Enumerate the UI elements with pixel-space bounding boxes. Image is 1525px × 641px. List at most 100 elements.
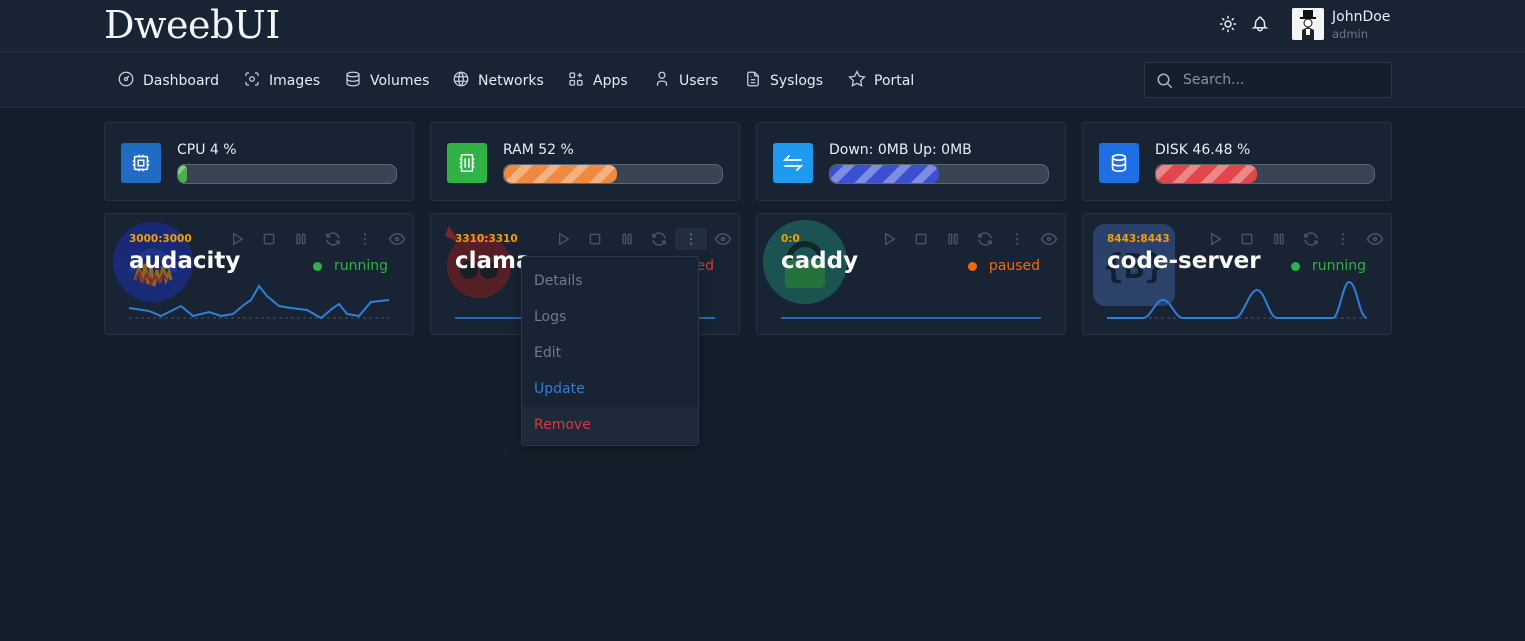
restart-icon[interactable] <box>317 228 349 250</box>
container-status: paused <box>967 258 1040 274</box>
cpu-sparkline <box>781 317 1041 319</box>
bell-icon[interactable] <box>1250 14 1270 34</box>
stat-label-disk: DISK 46.48 % <box>1155 142 1251 158</box>
nav-item-volumes[interactable]: Volumes <box>344 70 429 92</box>
cpu-sparkline <box>1107 280 1367 319</box>
container-card-caddy[interactable]: 0:0 caddy paused <box>756 213 1066 335</box>
file-icon <box>744 70 762 92</box>
container-name[interactable]: code-server <box>1107 248 1261 274</box>
status-text: running <box>333 258 388 274</box>
container-port: 0:0 <box>781 233 800 245</box>
cpu-progress-fill <box>178 165 187 183</box>
stat-card-ram: RAM 52 % <box>430 122 740 201</box>
network-progress <box>829 164 1049 184</box>
nav-item-portal[interactable]: Portal <box>848 70 914 92</box>
play-icon[interactable] <box>1199 228 1231 250</box>
nav-item-users[interactable]: Users <box>653 70 718 92</box>
nav-label-apps: Apps <box>593 73 628 89</box>
database-icon <box>1099 143 1139 183</box>
search-input[interactable] <box>1183 63 1383 97</box>
star-icon <box>848 70 866 92</box>
play-icon[interactable] <box>547 228 579 250</box>
menu-item-edit[interactable]: Edit <box>522 335 698 371</box>
pause-icon[interactable] <box>1263 228 1295 250</box>
nav-label-syslogs: Syslogs <box>770 73 824 89</box>
nav-item-syslogs[interactable]: Syslogs <box>744 70 823 92</box>
menu-item-update[interactable]: Update <box>522 371 698 407</box>
disk-progress-fill <box>1156 165 1258 183</box>
pause-icon[interactable] <box>611 228 643 250</box>
play-icon[interactable] <box>873 228 905 250</box>
more-vertical-icon[interactable] <box>349 228 381 250</box>
more-vertical-icon[interactable] <box>1001 228 1033 250</box>
app-logo[interactable]: DweebUI <box>104 3 280 47</box>
nav-label-portal: Portal <box>874 73 915 89</box>
volumes-icon <box>344 70 362 92</box>
menu-item-logs[interactable]: Logs <box>522 299 698 335</box>
top-header: DweebUI JohnDoe admin <box>0 0 1525 52</box>
nav-item-images[interactable]: Images <box>243 70 320 92</box>
container-status: running <box>1290 258 1366 274</box>
status-text: ed <box>696 258 715 274</box>
nav-label-users: Users <box>679 73 719 89</box>
stop-icon[interactable] <box>905 228 937 250</box>
stop-icon[interactable] <box>1231 228 1263 250</box>
disk-progress <box>1155 164 1375 184</box>
dashboard-icon <box>117 70 135 92</box>
container-port: 8443:8443 <box>1107 233 1170 245</box>
container-card-audacity[interactable]: 3000:3000 audacity running <box>104 213 414 335</box>
container-actions <box>1199 228 1391 250</box>
eye-icon[interactable] <box>381 228 413 250</box>
search-icon <box>1157 73 1173 89</box>
images-icon <box>243 70 261 92</box>
transfer-icon <box>773 143 813 183</box>
stop-icon[interactable] <box>253 228 285 250</box>
globe-icon <box>452 70 470 92</box>
container-name[interactable]: caddy <box>781 248 858 274</box>
restart-icon[interactable] <box>643 228 675 250</box>
restart-icon[interactable] <box>969 228 1001 250</box>
user-role: admin <box>1332 27 1369 41</box>
container-actions <box>221 228 413 250</box>
more-vertical-icon[interactable] <box>675 228 707 250</box>
stat-card-disk: DISK 46.48 % <box>1082 122 1392 201</box>
user-name[interactable]: JohnDoe <box>1332 9 1390 25</box>
status-dot <box>1290 261 1300 271</box>
main-nav: Dashboard Images Volumes Networks Apps U… <box>0 52 1525 108</box>
search-box[interactable] <box>1144 62 1392 98</box>
container-actions <box>547 228 739 250</box>
nav-item-apps[interactable]: Apps <box>567 70 628 92</box>
status-text: running <box>1311 258 1366 274</box>
status-dot <box>312 261 322 271</box>
container-name[interactable]: audacity <box>129 248 240 274</box>
nav-label-volumes: Volumes <box>370 73 430 89</box>
nav-label-images: Images <box>269 73 321 89</box>
sun-icon[interactable] <box>1218 14 1238 34</box>
container-actions <box>873 228 1065 250</box>
play-icon[interactable] <box>221 228 253 250</box>
nav-item-networks[interactable]: Networks <box>452 70 544 92</box>
stop-icon[interactable] <box>579 228 611 250</box>
container-status: running <box>312 258 388 274</box>
pause-icon[interactable] <box>285 228 317 250</box>
eye-icon[interactable] <box>1033 228 1065 250</box>
nav-item-dashboard[interactable]: Dashboard <box>117 70 219 92</box>
more-vertical-icon[interactable] <box>1327 228 1359 250</box>
restart-icon[interactable] <box>1295 228 1327 250</box>
container-port: 3310:3310 <box>455 233 518 245</box>
avatar[interactable] <box>1292 8 1324 40</box>
menu-item-remove[interactable]: Remove <box>522 407 698 443</box>
stat-label-cpu: CPU 4 % <box>177 142 237 158</box>
menu-item-details[interactable]: Details <box>522 263 698 299</box>
pause-icon[interactable] <box>937 228 969 250</box>
cpu-sparkline <box>129 284 389 320</box>
stat-card-cpu: CPU 4 % <box>104 122 414 201</box>
container-card-code-server[interactable]: {B} 8443:8443 code-server running <box>1082 213 1392 335</box>
nav-label-networks: Networks <box>478 73 544 89</box>
nav-label-dashboard: Dashboard <box>143 73 219 89</box>
stat-label-ram: RAM 52 % <box>503 142 574 158</box>
network-progress-fill <box>830 165 939 183</box>
eye-icon[interactable] <box>707 228 739 250</box>
user-icon <box>653 70 671 92</box>
eye-icon[interactable] <box>1359 228 1391 250</box>
